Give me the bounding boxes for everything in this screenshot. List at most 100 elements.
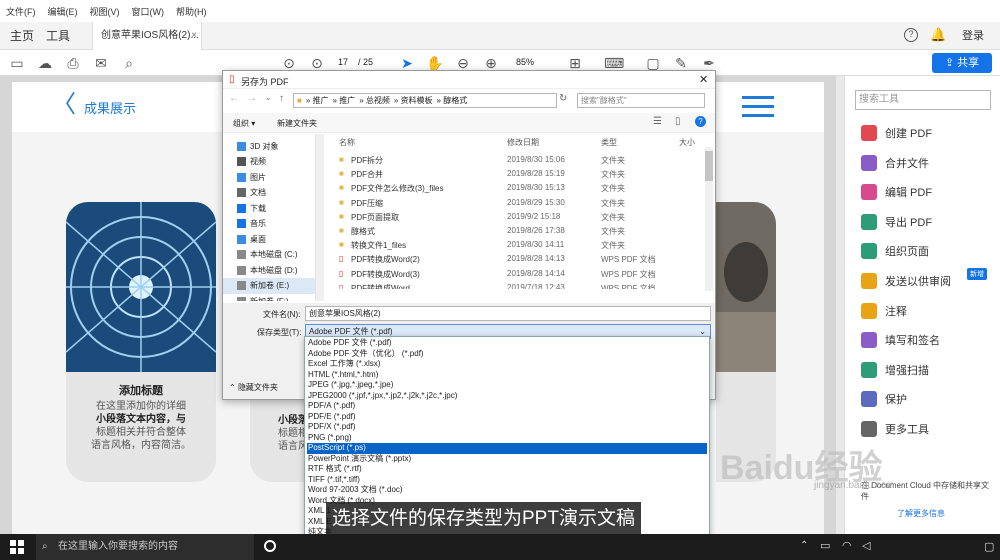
tool-item[interactable]: 更多工具 [861,418,1000,440]
close-tab-icon[interactable]: × [191,22,197,50]
nav-item[interactable]: 本地磁盘 (D:) [237,262,298,278]
hide-folders-toggle[interactable]: ⌃ 隐藏文件夹 [229,382,278,393]
volume-icon[interactable]: ◁ [862,539,870,552]
nav-item[interactable]: 下载 [237,200,266,216]
nav-forward-icon[interactable]: → [247,93,257,104]
network-icon[interactable]: ⌃ [800,540,808,551]
nav-item[interactable]: 新加卷 (F:) [237,293,289,301]
filetype-option[interactable]: PDF/E (*.pdf) [307,412,707,423]
nav-item[interactable]: 3D 对象 [237,138,278,154]
new-folder-button[interactable]: 新建文件夹 [277,118,317,129]
notification-icon[interactable]: ▢ [984,540,994,553]
nav-item[interactable]: 本地磁盘 (C:) [237,247,298,263]
nav-item[interactable]: 视频 [237,154,266,170]
filetype-option[interactable]: PostScript (*.ps) [307,443,707,454]
page-number[interactable]: 17 [338,57,348,67]
file-row[interactable]: ▯ PDF转换成Word(2) 2019/8/28 14:13 WPS PDF 文档 [327,254,707,268]
column-date[interactable]: 修改日期 [507,137,539,148]
windows-start-icon[interactable] [10,540,24,554]
filetype-option[interactable]: Excel 工作簿 (*.xlsx) [307,359,707,370]
filetype-option[interactable]: Adobe PDF 文件（优化） (*.pdf) [307,349,707,360]
nav-dropdown-icon[interactable]: ⌄ [265,93,272,102]
menu-view[interactable]: 视图(V) [90,5,120,18]
tool-item[interactable]: 编辑 PDF [861,181,1000,203]
file-row[interactable]: ■ PDF页面提取 2019/9/2 15:18 文件夹 [327,212,707,226]
tab-tools[interactable]: 工具 [46,22,70,50]
tool-item[interactable]: 注释 [861,300,1000,322]
share-button[interactable]: ⇪ 共享 [932,53,992,73]
filetype-option[interactable]: JPEG2000 (*.jpf,*.jpx,*.jp2,*.j2k,*.j2c,… [307,391,707,402]
battery-icon[interactable]: ▭ [820,539,830,552]
refresh-icon[interactable]: ↻ [559,93,567,104]
menu-window[interactable]: 窗口(W) [132,5,165,18]
help-icon[interactable]: ? [904,28,918,42]
login-button[interactable]: 登录 [962,22,984,50]
address-bar[interactable]: ■ » 推广 » 推广 » 总视频 » 资料模板 » 醇格式 [293,93,557,108]
filetype-option[interactable]: PDF/X (*.pdf) [307,422,707,433]
nav-scrollbar[interactable] [316,134,324,301]
filetype-option[interactable]: PNG (*.png) [307,433,707,444]
watermark-url: jingyan.baidu.com [814,480,895,491]
file-row[interactable]: ■ 转换文件1_files 2019/8/30 14:11 文件夹 [327,240,707,254]
nav-item[interactable]: 图片 [237,169,266,185]
filetype-option[interactable]: JPEG (*.jpg,*.jpeg,*.jpe) [307,380,707,391]
file-row[interactable]: ■ PDF文件怎么修改(3)_files 2019/8/30 15:13 文件夹 [327,183,707,197]
file-row[interactable]: ▯ PDF转换成Word(3) 2019/8/28 14:14 WPS PDF 文档 [327,269,707,283]
learn-more-link[interactable]: 了解更多信息 [897,508,945,519]
taskbar-search[interactable]: ⌕ 在这里输入你要搜索的内容 [36,534,254,560]
filename-input[interactable]: 创意苹果IOS风格(2) [305,306,711,321]
tool-item[interactable]: 保护 [861,388,1000,410]
tool-item[interactable]: 增强扫描 [861,359,1000,381]
file-scrollbar[interactable] [705,147,713,291]
bell-icon[interactable]: 🔔 [930,27,946,43]
filetype-option[interactable]: TIFF (*.tif,*.tiff) [307,475,707,486]
dialog-close-icon[interactable]: ✕ [699,73,708,86]
nav-item-icon [237,219,246,228]
card-title: 添加标题 [119,385,163,397]
folder-search-input[interactable]: 搜索"醇格式" [577,93,705,108]
file-row[interactable]: ■ 醇格式 2019/8/26 17:38 文件夹 [327,226,707,240]
filetype-option[interactable]: HTML (*.html,*.htm) [307,370,707,381]
filetype-option[interactable]: Adobe PDF 文件 (*.pdf) [307,338,707,349]
menu-help[interactable]: 帮助(H) [176,5,207,18]
file-row[interactable]: ■ PDF压缩 2019/8/29 15:30 文件夹 [327,198,707,212]
tab-document[interactable]: 创意苹果IOS风格(2)... × [92,22,202,50]
mail-icon[interactable]: ✉ [92,54,110,72]
pane-toggle-icon[interactable]: ▯ [675,116,681,127]
file-row[interactable]: ▯ PDF转换成Word 2019/7/18 12:43 WPS PDF 文档 [327,283,707,289]
file-row[interactable]: ■ PDF拆分 2019/8/30 15:06 文件夹 [327,155,707,169]
tool-item[interactable]: 合并文件 [861,152,1000,174]
column-type[interactable]: 类型 [601,137,617,148]
tools-search-input[interactable]: 搜索工具 [855,90,991,110]
tool-item[interactable]: 导出 PDF [861,211,1000,233]
tool-item[interactable]: 组织页面 [861,240,1000,262]
save-icon[interactable]: ▭ [8,54,26,72]
column-name[interactable]: 名称 [339,137,355,148]
nav-item[interactable]: 桌面 [237,231,266,247]
file-row[interactable]: ■ PDF合并 2019/8/28 15:19 文件夹 [327,169,707,183]
nav-item[interactable]: 音乐 [237,216,266,232]
menu-file[interactable]: 文件(F) [6,5,36,18]
nav-item[interactable]: 文档 [237,185,266,201]
nav-item[interactable]: 新加卷 (E:) [223,277,315,294]
zoom-level[interactable]: 85% [516,57,534,67]
view-options-icon[interactable]: ☰ [653,116,662,127]
nav-back-icon[interactable]: ← [229,93,239,104]
nav-up-icon[interactable]: ↑ [279,93,284,104]
tool-item[interactable]: 填写和签名 [861,329,1000,351]
filetype-option[interactable]: Word 97-2003 文档 (*.doc) [307,485,707,496]
print-icon[interactable]: ⎙ [64,54,82,72]
menu-edit[interactable]: 编辑(E) [48,5,78,18]
tab-home[interactable]: 主页 [10,22,34,50]
wifi-icon[interactable]: ◠ [842,539,852,552]
help-icon[interactable]: ? [695,116,706,127]
tool-item[interactable]: 创建 PDF [861,122,1000,144]
filetype-option[interactable]: RTF 格式 (*.rtf) [307,464,707,475]
organize-button[interactable]: 组织 ▾ [233,118,255,129]
filetype-option[interactable]: PDF/A (*.pdf) [307,401,707,412]
filetype-option[interactable]: PowerPoint 演示文稿 (*.pptx) [307,454,707,465]
cortana-icon[interactable] [264,540,276,552]
column-size[interactable]: 大小 [679,137,695,148]
zoom-search-icon[interactable]: ⌕ [120,54,138,72]
upload-icon[interactable]: ☁ [36,54,54,72]
